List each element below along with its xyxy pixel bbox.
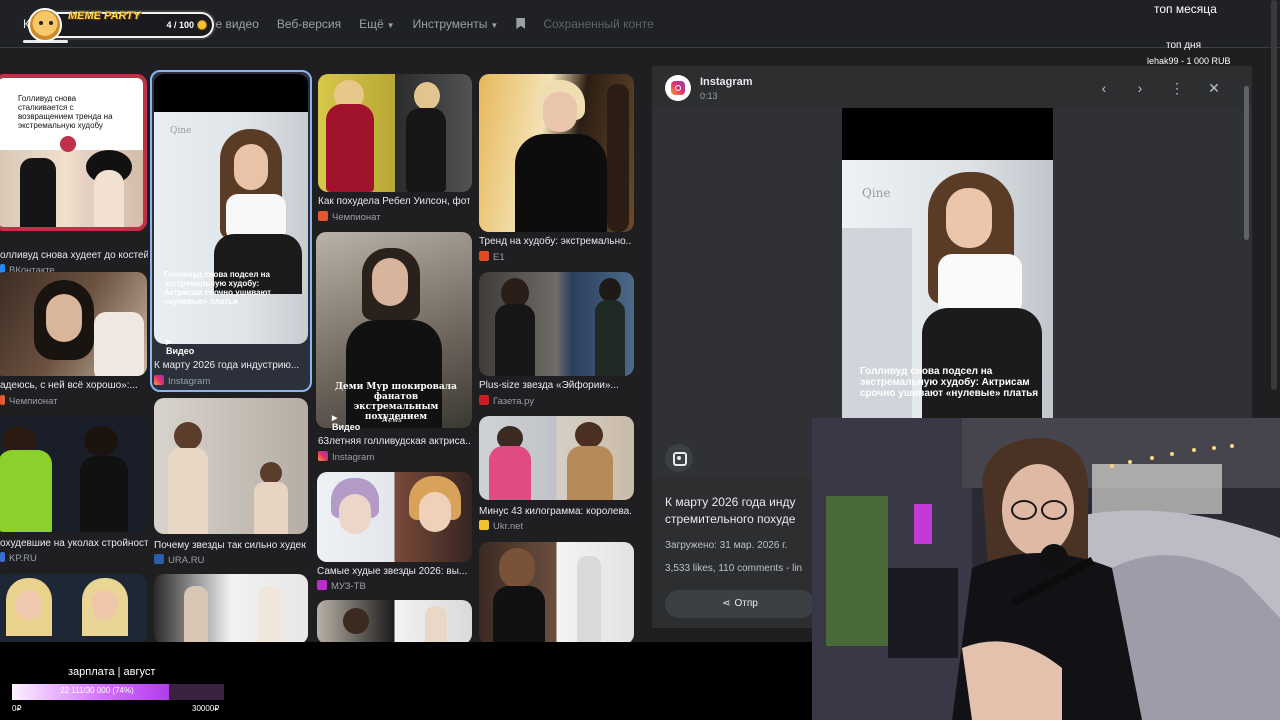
result-source-name: Чемпионат [9, 396, 58, 407]
salary-goal-widget: зарплата | август 22 111/30 000 (74%) 0₽… [0, 642, 812, 720]
tab-more-label: Ещё [359, 17, 384, 31]
result-caption: охудевшие на уколах стройност... [0, 538, 148, 549]
result-caption: К марту 2026 года индустрию... [154, 360, 300, 371]
tab-web[interactable]: Веб-версия [277, 17, 341, 31]
result-caption: Как похудела Ребел Уилсон, фот... [318, 196, 470, 207]
result-source-name: МУЗ-ТВ [331, 581, 366, 592]
result-caption: адеюсь, с ней всё хорошо»:... [0, 380, 138, 391]
preview-upload-date: Загружено: 31 мар. 2026 г. [665, 540, 788, 551]
meme-party-count: 4 / 100 [166, 20, 194, 30]
result-source-name: E1 [493, 252, 505, 263]
result-source-name: Instagram [332, 452, 375, 463]
news-watermark: News [382, 416, 402, 424]
instagram-icon [665, 75, 691, 101]
share-icon: ⋖ [722, 598, 731, 609]
result-thumbnail [317, 472, 472, 562]
chevron-right-icon[interactable]: › [1130, 78, 1150, 98]
result-source: Чемпионат [318, 211, 381, 223]
preview-stats: 3,533 likes, 110 comments - lin [665, 563, 803, 574]
tab-saved[interactable]: Сохраненный конте [516, 17, 654, 31]
chevron-down-icon: ▼ [386, 21, 395, 30]
salary-progress-text: 22 111/30 000 (74%) [60, 686, 134, 695]
preview-headline-line1: К марту 2026 года инду [665, 495, 796, 509]
top-day-label: топ дня [1166, 40, 1201, 51]
tab-more[interactable]: Ещё ▼ [359, 17, 394, 31]
result-thumbnail [154, 574, 308, 642]
result-source-name: Газета.ру [493, 396, 535, 407]
thumbnail-headline: Голливуд снова сталкивается с возвращени… [18, 94, 113, 130]
result-thumbnail: Голливуд снова сталкивается с возвращени… [0, 74, 147, 231]
result-source-name: Ukr.net [493, 521, 524, 532]
close-icon[interactable]: ✕ [1204, 78, 1224, 98]
image-results-grid: Голливуд снова сталкивается с возвращени… [0, 60, 640, 642]
salary-goal-label: зарплата | август [68, 666, 156, 678]
preview-image[interactable]: Qine Голливуд снова подсел на экстремаль… [842, 108, 1053, 418]
meme-party-title: MEME PARTY [68, 10, 141, 22]
lens-search-icon[interactable] [665, 444, 693, 472]
result-thumbnail [479, 272, 634, 376]
result-source: МУЗ-ТВ [317, 580, 366, 592]
result-caption: Самые худые звезды 2026: вы... [317, 566, 468, 577]
coin-icon [197, 20, 207, 30]
result-source: Ukr.net [479, 520, 523, 532]
top-month-label: топ месяца [1154, 2, 1217, 16]
preview-image-headline: Голливуд снова подсел на экстремальную х… [860, 366, 1039, 399]
result-thumbnail [479, 74, 634, 232]
tab-tools-label: Инструменты [412, 17, 488, 31]
salary-max-label: 30000₽ [192, 704, 220, 713]
webcam-scene [812, 418, 1280, 720]
share-button-label: Отпр [734, 598, 758, 609]
salary-min-label: 0₽ [12, 704, 22, 713]
result-thumbnail: Деми Мур шокировала фанатов экстремальны… [316, 232, 472, 428]
meme-party-widget: MEME PARTY 4 / 100 [28, 8, 214, 42]
result-source-name: Instagram [168, 376, 211, 387]
preview-source-name[interactable]: Instagram [700, 76, 753, 88]
share-button[interactable]: ⋖ Отпр [665, 590, 815, 618]
video-label: Видео [166, 336, 194, 356]
result-thumbnail: Qine Голливуд снова подсел на экстремаль… [154, 74, 308, 344]
result-caption: Минус 43 килограмма: королева... [479, 506, 631, 517]
tab-tools[interactable]: Инструменты ▼ [413, 17, 499, 31]
salary-progress-track: 22 111/30 000 (74%) [12, 684, 224, 700]
result-thumbnail [154, 398, 308, 534]
more-options-icon[interactable]: ⋮ [1167, 78, 1187, 98]
doge-icon [28, 8, 62, 42]
result-thumbnail [318, 74, 472, 192]
result-caption: Тренд на худобу: экстремально... [479, 236, 631, 247]
result-source: Газета.ру [479, 395, 534, 407]
panel-scrollbar[interactable] [1244, 86, 1249, 240]
page-scrollbar[interactable] [1271, 0, 1277, 390]
result-source: URA.RU [154, 554, 204, 566]
chevron-left-icon[interactable]: ‹ [1094, 78, 1114, 98]
bookmark-icon [516, 18, 526, 29]
result-thumbnail [0, 574, 147, 642]
preview-headline[interactable]: К марту 2026 года инду стремительного пох… [665, 494, 815, 528]
result-thumbnail [479, 542, 634, 642]
result-source: Чемпионат [0, 395, 58, 407]
screen: К ткие видео Веб-версия Ещё ▼ Инструменты… [0, 0, 1280, 720]
result-caption: Plus-size звезда «Эйфории»... [479, 380, 619, 391]
top-day-user: lehak99 - 1 000 RUB [1147, 56, 1231, 66]
result-thumbnail [0, 272, 147, 376]
result-caption: 63летняя голливудская актриса... [318, 436, 470, 447]
result-source: Instagram [154, 375, 210, 387]
tab-saved-label: Сохраненный конте [543, 17, 654, 31]
result-thumbnail [317, 600, 472, 642]
result-source-name: Чемпионат [332, 212, 381, 223]
result-thumbnail [0, 416, 147, 532]
result-source-name: URA.RU [168, 555, 205, 566]
result-caption: Почему звезды так сильно худею... [154, 540, 306, 551]
preview-headline-line2: стремительного похуде [665, 512, 796, 526]
result-source: E1 [479, 251, 505, 263]
result-source: Instagram [318, 451, 374, 463]
result-source: KP.RU [0, 552, 37, 564]
webcam-overlay [812, 418, 1280, 720]
thumbnail-headline: Голливуд снова подсел на экстремальную х… [164, 270, 272, 306]
video-label: Видео [332, 412, 360, 432]
result-source-name: KP.RU [9, 553, 37, 564]
chevron-down-icon: ▼ [490, 21, 499, 30]
result-caption: олливуд снова худеет до костей... [0, 250, 148, 261]
preview-duration: 0:13 [700, 91, 718, 101]
result-thumbnail [479, 416, 634, 500]
